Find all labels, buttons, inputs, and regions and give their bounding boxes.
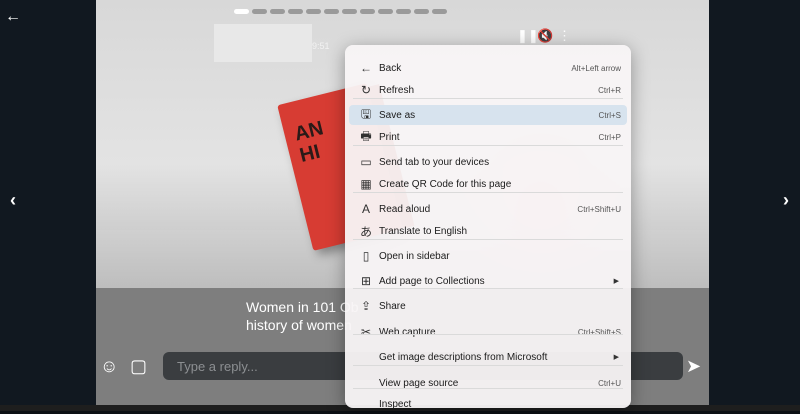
menu-item-label: Read aloud: [379, 203, 431, 215]
menu-separator: [353, 365, 623, 366]
menu-item-send-tab-to-your-devices[interactable]: ▭ Send tab to your devices: [349, 152, 627, 172]
menu-item-icon: ▭: [360, 155, 372, 169]
menu-item-label: Save as: [379, 109, 416, 121]
blurred-author: [214, 24, 312, 62]
menu-item-icon: A: [361, 202, 370, 216]
menu-item-label: Create QR Code for this page: [379, 178, 512, 190]
menu-item-label: Web capture: [379, 326, 436, 338]
book-title: AN HI: [292, 117, 326, 167]
back-arrow-icon[interactable]: ←: [5, 8, 21, 26]
menu-item-label: Add page to Collections: [379, 275, 485, 287]
menu-separator: [353, 239, 623, 240]
progress-segment: [378, 9, 393, 14]
menu-item-print[interactable]: 🖶 Print Ctrl+P: [349, 127, 627, 147]
menu-item-shortcut: Ctrl+U: [598, 378, 621, 388]
menu-item-label: Inspect: [379, 398, 412, 410]
menu-item-share[interactable]: ⇪ Share: [349, 296, 627, 316]
menu-item-icon: 🖫: [360, 106, 372, 121]
menu-item-read-aloud[interactable]: A Read aloud Ctrl+Shift+U: [349, 199, 627, 219]
menu-separator: [353, 388, 623, 389]
context-menu: ← Back Alt+Left arrow ↻ Refresh Ctrl+R 🖫 Save a…: [345, 45, 631, 410]
menu-item-label: View page source: [379, 377, 459, 389]
menu-item-label: Refresh: [379, 84, 415, 96]
menu-item-label: Translate to English: [379, 225, 468, 237]
menu-item-shortcut: Ctrl+Shift+S: [577, 327, 621, 337]
progress-segment: [342, 9, 357, 14]
progress-segment: [324, 9, 339, 14]
menu-item-save-as[interactable]: 🖫 Save as Ctrl+S: [349, 105, 627, 125]
progress-segment: [414, 9, 429, 14]
menu-item-shortcut: Ctrl+S: [598, 110, 621, 120]
progress-segment: [396, 9, 411, 14]
menu-item-icon: ▦: [360, 177, 372, 191]
progress-segment: [432, 9, 447, 14]
menu-item-label: Get image descriptions from Microsoft: [379, 351, 548, 363]
menu-item-inspect[interactable]: Inspect: [349, 394, 627, 414]
menu-item-shortcut: Alt+Left arrow: [571, 63, 621, 73]
next-story-icon[interactable]: ›: [783, 190, 789, 211]
progress-segment: [288, 9, 303, 14]
menu-separator: [353, 288, 623, 289]
menu-separator: [353, 145, 623, 146]
menu-item-translate-to-english[interactable]: あ Translate to English: [349, 221, 627, 241]
reply-placeholder: Type a reply...: [177, 359, 258, 374]
menu-item-label: Print: [379, 131, 400, 143]
progress-segment: [252, 9, 267, 14]
menu-item-create-qr-code-for-this-page[interactable]: ▦ Create QR Code for this page: [349, 174, 627, 194]
menu-item-refresh[interactable]: ↻ Refresh Ctrl+R: [349, 80, 627, 100]
menu-item-view-page-source[interactable]: View page source Ctrl+U: [349, 373, 627, 393]
menu-item-icon: ⊞: [360, 274, 372, 288]
menu-item-shortcut: Ctrl+R: [598, 85, 621, 95]
send-icon[interactable]: ➤: [686, 356, 701, 377]
submenu-arrow-icon: ▶: [613, 354, 619, 361]
menu-item-web-capture[interactable]: ✂ Web capture Ctrl+Shift+S: [349, 322, 627, 342]
menu-item-icon: ✂: [360, 325, 372, 339]
progress-segment: [270, 9, 285, 14]
menu-item-icon: ⇪: [360, 299, 372, 313]
menu-item-shortcut: Ctrl+P: [598, 132, 621, 142]
progress-segment: [360, 9, 375, 14]
menu-item-label: Back: [379, 62, 402, 74]
progress-segment: [306, 9, 321, 14]
menu-separator: [353, 98, 623, 99]
menu-separator: [353, 334, 623, 335]
sticker-icon[interactable]: ▢: [130, 356, 147, 377]
story-time: 9:51: [312, 41, 330, 51]
menu-item-open-in-sidebar[interactable]: ▯ Open in sidebar: [349, 246, 627, 266]
menu-item-label: Send tab to your devices: [379, 156, 490, 168]
menu-item-label: Open in sidebar: [379, 250, 450, 262]
progress-segment: [234, 9, 249, 14]
menu-item-get-image-descriptions-from-microsoft[interactable]: Get image descriptions from Microsoft ▶: [349, 347, 627, 367]
emoji-icon[interactable]: ☺: [100, 356, 118, 377]
menu-item-back[interactable]: ← Back Alt+Left arrow: [349, 58, 627, 78]
menu-item-icon: あ: [359, 224, 372, 239]
menu-item-shortcut: Ctrl+Shift+U: [577, 204, 621, 214]
previous-story-icon[interactable]: ‹: [10, 190, 16, 211]
mute-icon[interactable]: 🔇: [537, 28, 553, 44]
menu-item-icon: ←: [360, 61, 372, 75]
menu-item-icon: ↻: [360, 83, 372, 97]
submenu-arrow-icon: ▶: [613, 278, 619, 285]
menu-item-label: Share: [379, 300, 406, 312]
menu-item-icon: ▯: [362, 249, 370, 263]
pause-icon[interactable]: ❚❚: [517, 28, 539, 44]
more-options-icon[interactable]: ⋮: [558, 28, 571, 44]
menu-separator: [353, 192, 623, 193]
story-progress: [234, 9, 447, 14]
